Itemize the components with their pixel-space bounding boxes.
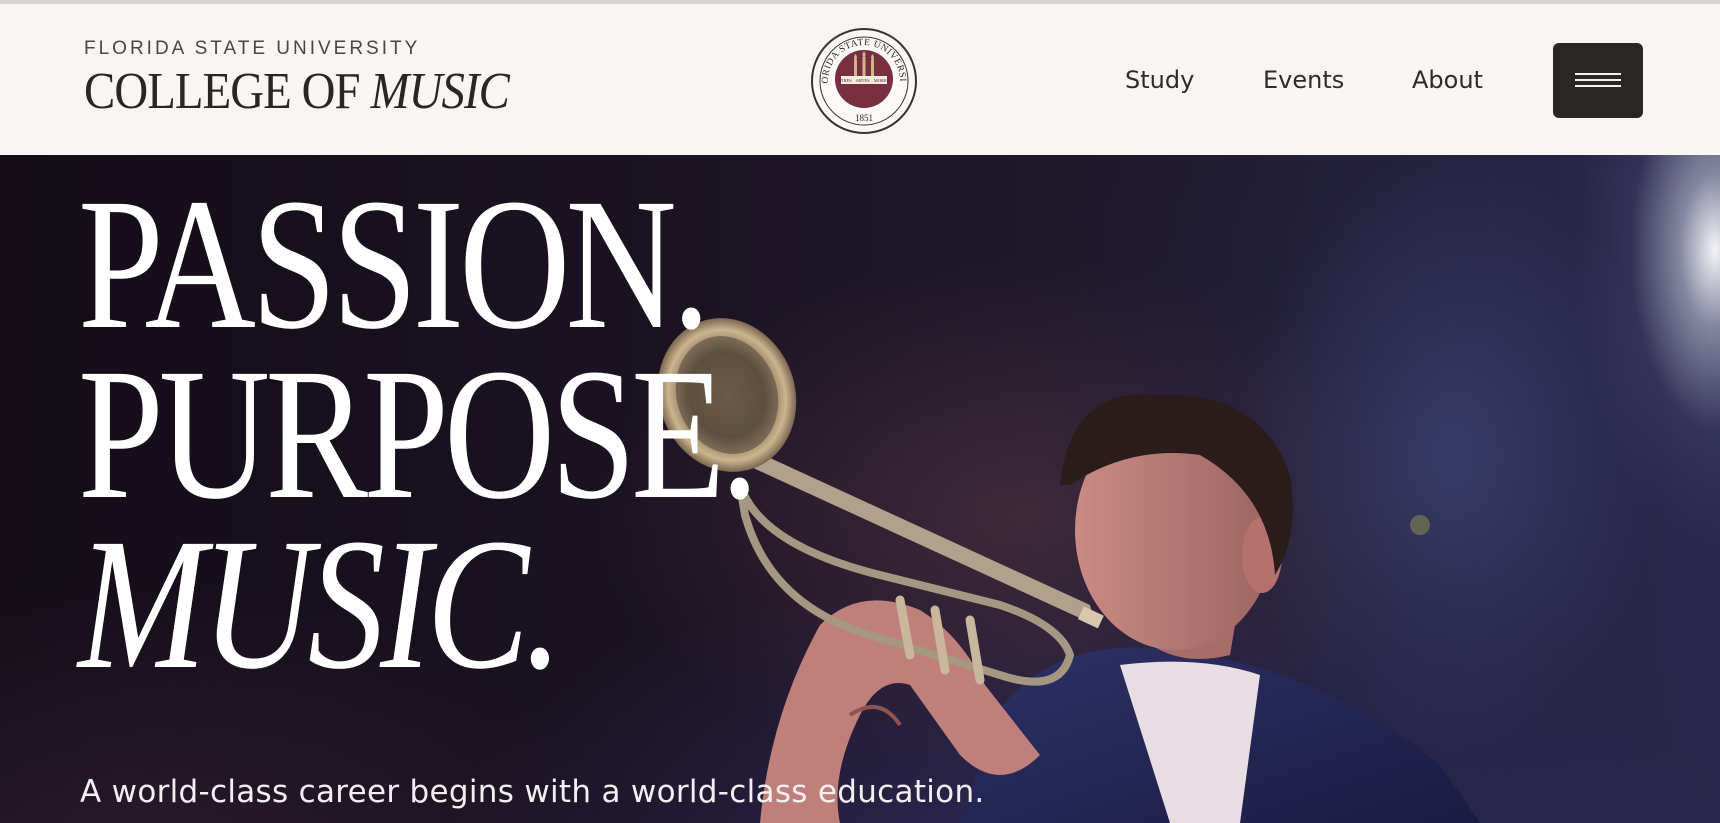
college-prefix: COLLEGE OF <box>84 63 361 120</box>
nav-item-study[interactable]: Study <box>1125 66 1194 94</box>
seal-banner-3: MORES <box>874 78 890 83</box>
hamburger-line-icon <box>1575 79 1621 81</box>
brand-logo[interactable]: FLORIDA STATE UNIVERSITY COLLEGE OF MUSI… <box>84 38 556 120</box>
hamburger-menu-button[interactable] <box>1553 43 1643 118</box>
fsu-seal-logo[interactable]: FLORIDA STATE UNIVERSITY VIRES ARTES MOR… <box>811 28 917 134</box>
hero-section: PASSION. PURPOSE. MUSIC. A world-class c… <box>0 155 1720 823</box>
hero-intro-text: A world-class career begins with a world… <box>80 774 985 823</box>
nav-link-study[interactable]: Study <box>1125 66 1194 94</box>
nav-item-about[interactable]: About <box>1412 66 1483 94</box>
nav-item-events[interactable]: Events <box>1263 66 1344 94</box>
seal-year: 1851 <box>855 113 873 123</box>
site-header: FLORIDA STATE UNIVERSITY COLLEGE OF MUSI… <box>0 4 1720 155</box>
headline-line-music: MUSIC. <box>78 499 563 708</box>
seal-banner-1: VIRES <box>839 78 852 83</box>
hamburger-line-icon <box>1575 85 1621 87</box>
university-name: FLORIDA STATE UNIVERSITY <box>84 38 421 59</box>
nav-link-about[interactable]: About <box>1412 66 1483 94</box>
nav-link-events[interactable]: Events <box>1263 66 1344 94</box>
headline-line-purpose: PURPOSE. <box>78 329 759 538</box>
college-music: MUSIC <box>370 63 509 120</box>
college-name: COLLEGE OF MUSIC <box>84 63 510 120</box>
hero-headline: PASSION. PURPOSE. MUSIC. <box>78 159 759 708</box>
svg-text:VIRES ARTES MO: VIRES ARTES MORES <box>839 78 890 83</box>
hamburger-line-icon <box>1575 73 1621 75</box>
seal-banner-2: ARTES <box>856 78 870 83</box>
headline-line-passion: PASSION. <box>78 159 710 368</box>
